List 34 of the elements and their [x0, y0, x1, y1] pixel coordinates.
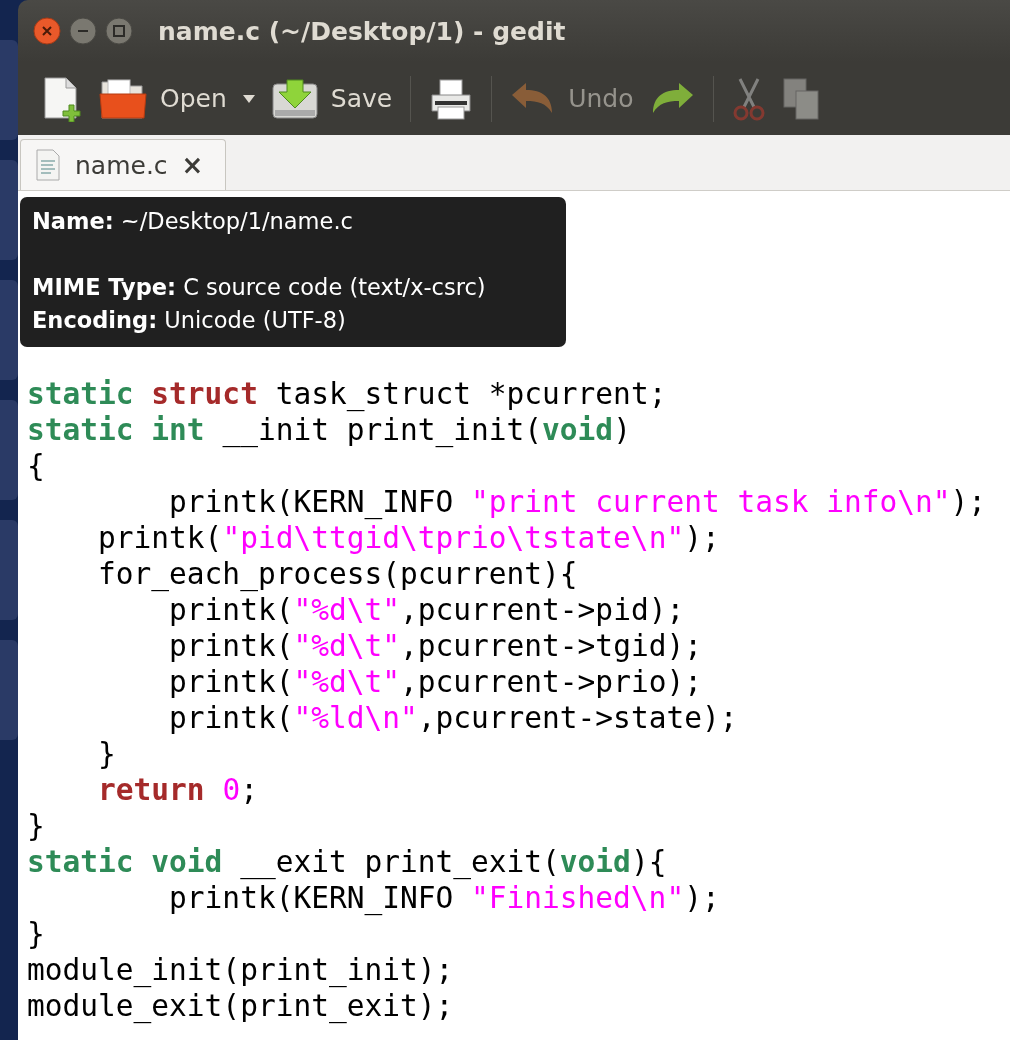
- close-button[interactable]: [32, 16, 62, 46]
- new-document-icon: [42, 75, 82, 122]
- tooltip-text: Encoding: Unicode (UTF-8): [32, 306, 346, 335]
- window-title: name.c (~/Desktop/1) - gedit: [158, 16, 566, 46]
- maximize-button[interactable]: [104, 16, 134, 46]
- code-line: for_each_process(pcurrent){: [97, 556, 578, 592]
- open-button[interactable]: Open: [92, 71, 233, 126]
- code-line: printk("%ld\n",pcurrent->state);: [168, 700, 738, 736]
- scissors-icon: [732, 76, 767, 121]
- save-button[interactable]: Save: [264, 71, 399, 126]
- code-line: printk("%d\t",pcurrent->pid);: [168, 592, 685, 628]
- code-line: module_exit(print_exit);: [27, 988, 454, 1024]
- code-line: printk("pid\ttgid\tprio\tstate\n");: [97, 520, 720, 556]
- code-line: module_init(print_init);: [27, 952, 454, 988]
- code-line: static struct task_struct *pcurrent;: [27, 376, 667, 412]
- code-line: printk("%d\t",pcurrent->tgid);: [168, 628, 702, 664]
- code-line: }: [27, 916, 45, 952]
- document-tab[interactable]: name.c ×: [20, 139, 227, 190]
- tooltip-text: MIME Type: C source code (text/x-csrc): [32, 273, 486, 302]
- minimize-button[interactable]: [68, 16, 98, 46]
- code-line: {: [27, 448, 45, 484]
- code-line: printk("%d\t",pcurrent->prio);: [168, 664, 702, 700]
- close-tab-button[interactable]: ×: [181, 150, 204, 180]
- code-line: printk(KERN_INFO "print current task info\n");: [168, 484, 987, 520]
- code-line: printk(KERN_INFO "Finished\n");: [168, 880, 720, 916]
- caret-icon: [242, 94, 255, 103]
- code-line: }: [97, 736, 116, 772]
- code-line: }: [27, 808, 45, 844]
- text-file-icon: [35, 149, 61, 181]
- printer-icon: [429, 76, 474, 121]
- code-line: static int __init print_init(void): [27, 412, 631, 448]
- code-line: static void __exit print_exit(void){: [27, 844, 667, 880]
- code-line: return 0;: [97, 772, 258, 808]
- tooltip-text: Name: ~/Desktop/1/name.c: [32, 207, 353, 236]
